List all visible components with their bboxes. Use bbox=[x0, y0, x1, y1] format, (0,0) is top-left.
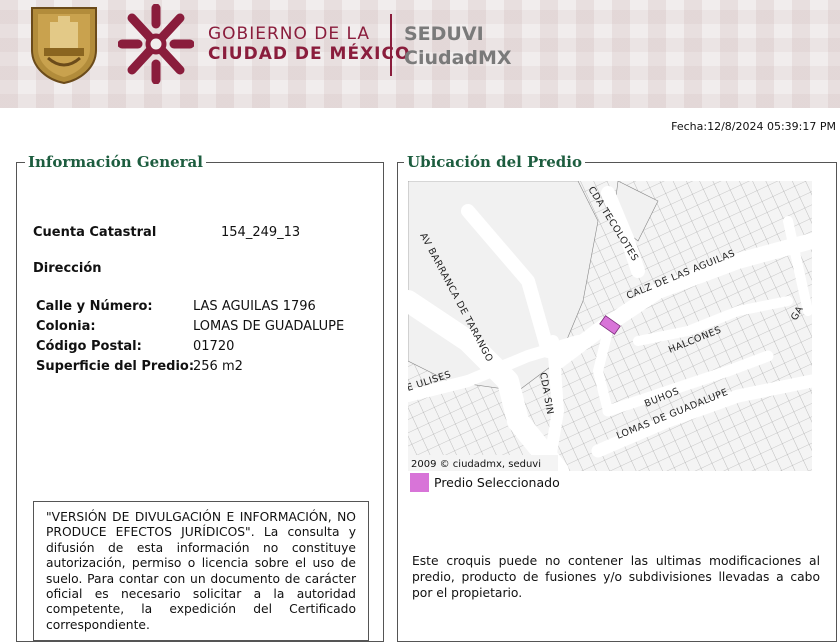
codigo-postal-label: Código Postal: bbox=[36, 339, 142, 354]
header-divider bbox=[390, 14, 392, 76]
calle-value: LAS AGUILAS 1796 bbox=[193, 299, 316, 314]
ubicacion-title: Ubicación del Predio bbox=[404, 153, 585, 171]
header-banner: GOBIERNO DE LA CIUDAD DE MÉXICO SEDUVI C… bbox=[0, 0, 840, 108]
calle-label: Calle y Número: bbox=[36, 299, 153, 314]
predio-legend-swatch bbox=[410, 473, 429, 492]
codigo-postal-value: 01720 bbox=[193, 339, 235, 354]
colonia-label: Colonia: bbox=[36, 319, 96, 334]
map-canvas: CDA TECOLOTES CALZ DE LAS AGUILAS AV BAR… bbox=[408, 181, 812, 471]
agency-line-1: SEDUVI bbox=[404, 23, 484, 45]
report-date: Fecha:12/8/2024 05:39:17 PM bbox=[671, 120, 836, 133]
location-map[interactable]: CDA TECOLOTES CALZ DE LAS AGUILAS AV BAR… bbox=[408, 181, 812, 471]
ubicacion-panel: Ubicación del Predio CDA TECOLOTES CALZ … bbox=[397, 153, 837, 642]
map-copyright: 2009 © ciudadmx, seduvi bbox=[411, 459, 541, 470]
agency-line-2: CiudadMX bbox=[404, 47, 512, 69]
agency-name: SEDUVI CiudadMX bbox=[404, 22, 512, 70]
croquis-disclaimer: Este croquis puede no contener las ultim… bbox=[412, 554, 820, 600]
info-general-panel: Información General Cuenta Catastral 154… bbox=[16, 153, 384, 642]
superficie-value: 256 m2 bbox=[193, 359, 243, 374]
predio-legend-label: Predio Seleccionado bbox=[434, 475, 560, 490]
superficie-label: Superficie del Predio: bbox=[36, 359, 195, 374]
cdmx-knot-logo-icon bbox=[118, 4, 194, 84]
government-name: GOBIERNO DE LA CIUDAD DE MÉXICO bbox=[208, 24, 410, 64]
direccion-label: Dirección bbox=[33, 261, 102, 276]
cuenta-catastral-value: 154_249_13 bbox=[221, 225, 301, 240]
cuenta-catastral-label: Cuenta Catastral bbox=[33, 225, 157, 240]
colonia-value: LOMAS DE GUADALUPE bbox=[193, 319, 345, 334]
info-general-title: Información General bbox=[25, 153, 206, 171]
cdmx-coat-of-arms-icon bbox=[31, 7, 97, 84]
legal-notice: "VERSIÓN DE DIVULGACIÓN E INFORMACIÓN, N… bbox=[33, 501, 369, 641]
gov-line-2: CIUDAD DE MÉXICO bbox=[208, 44, 411, 64]
gov-line-1: GOBIERNO DE LA bbox=[208, 24, 371, 44]
